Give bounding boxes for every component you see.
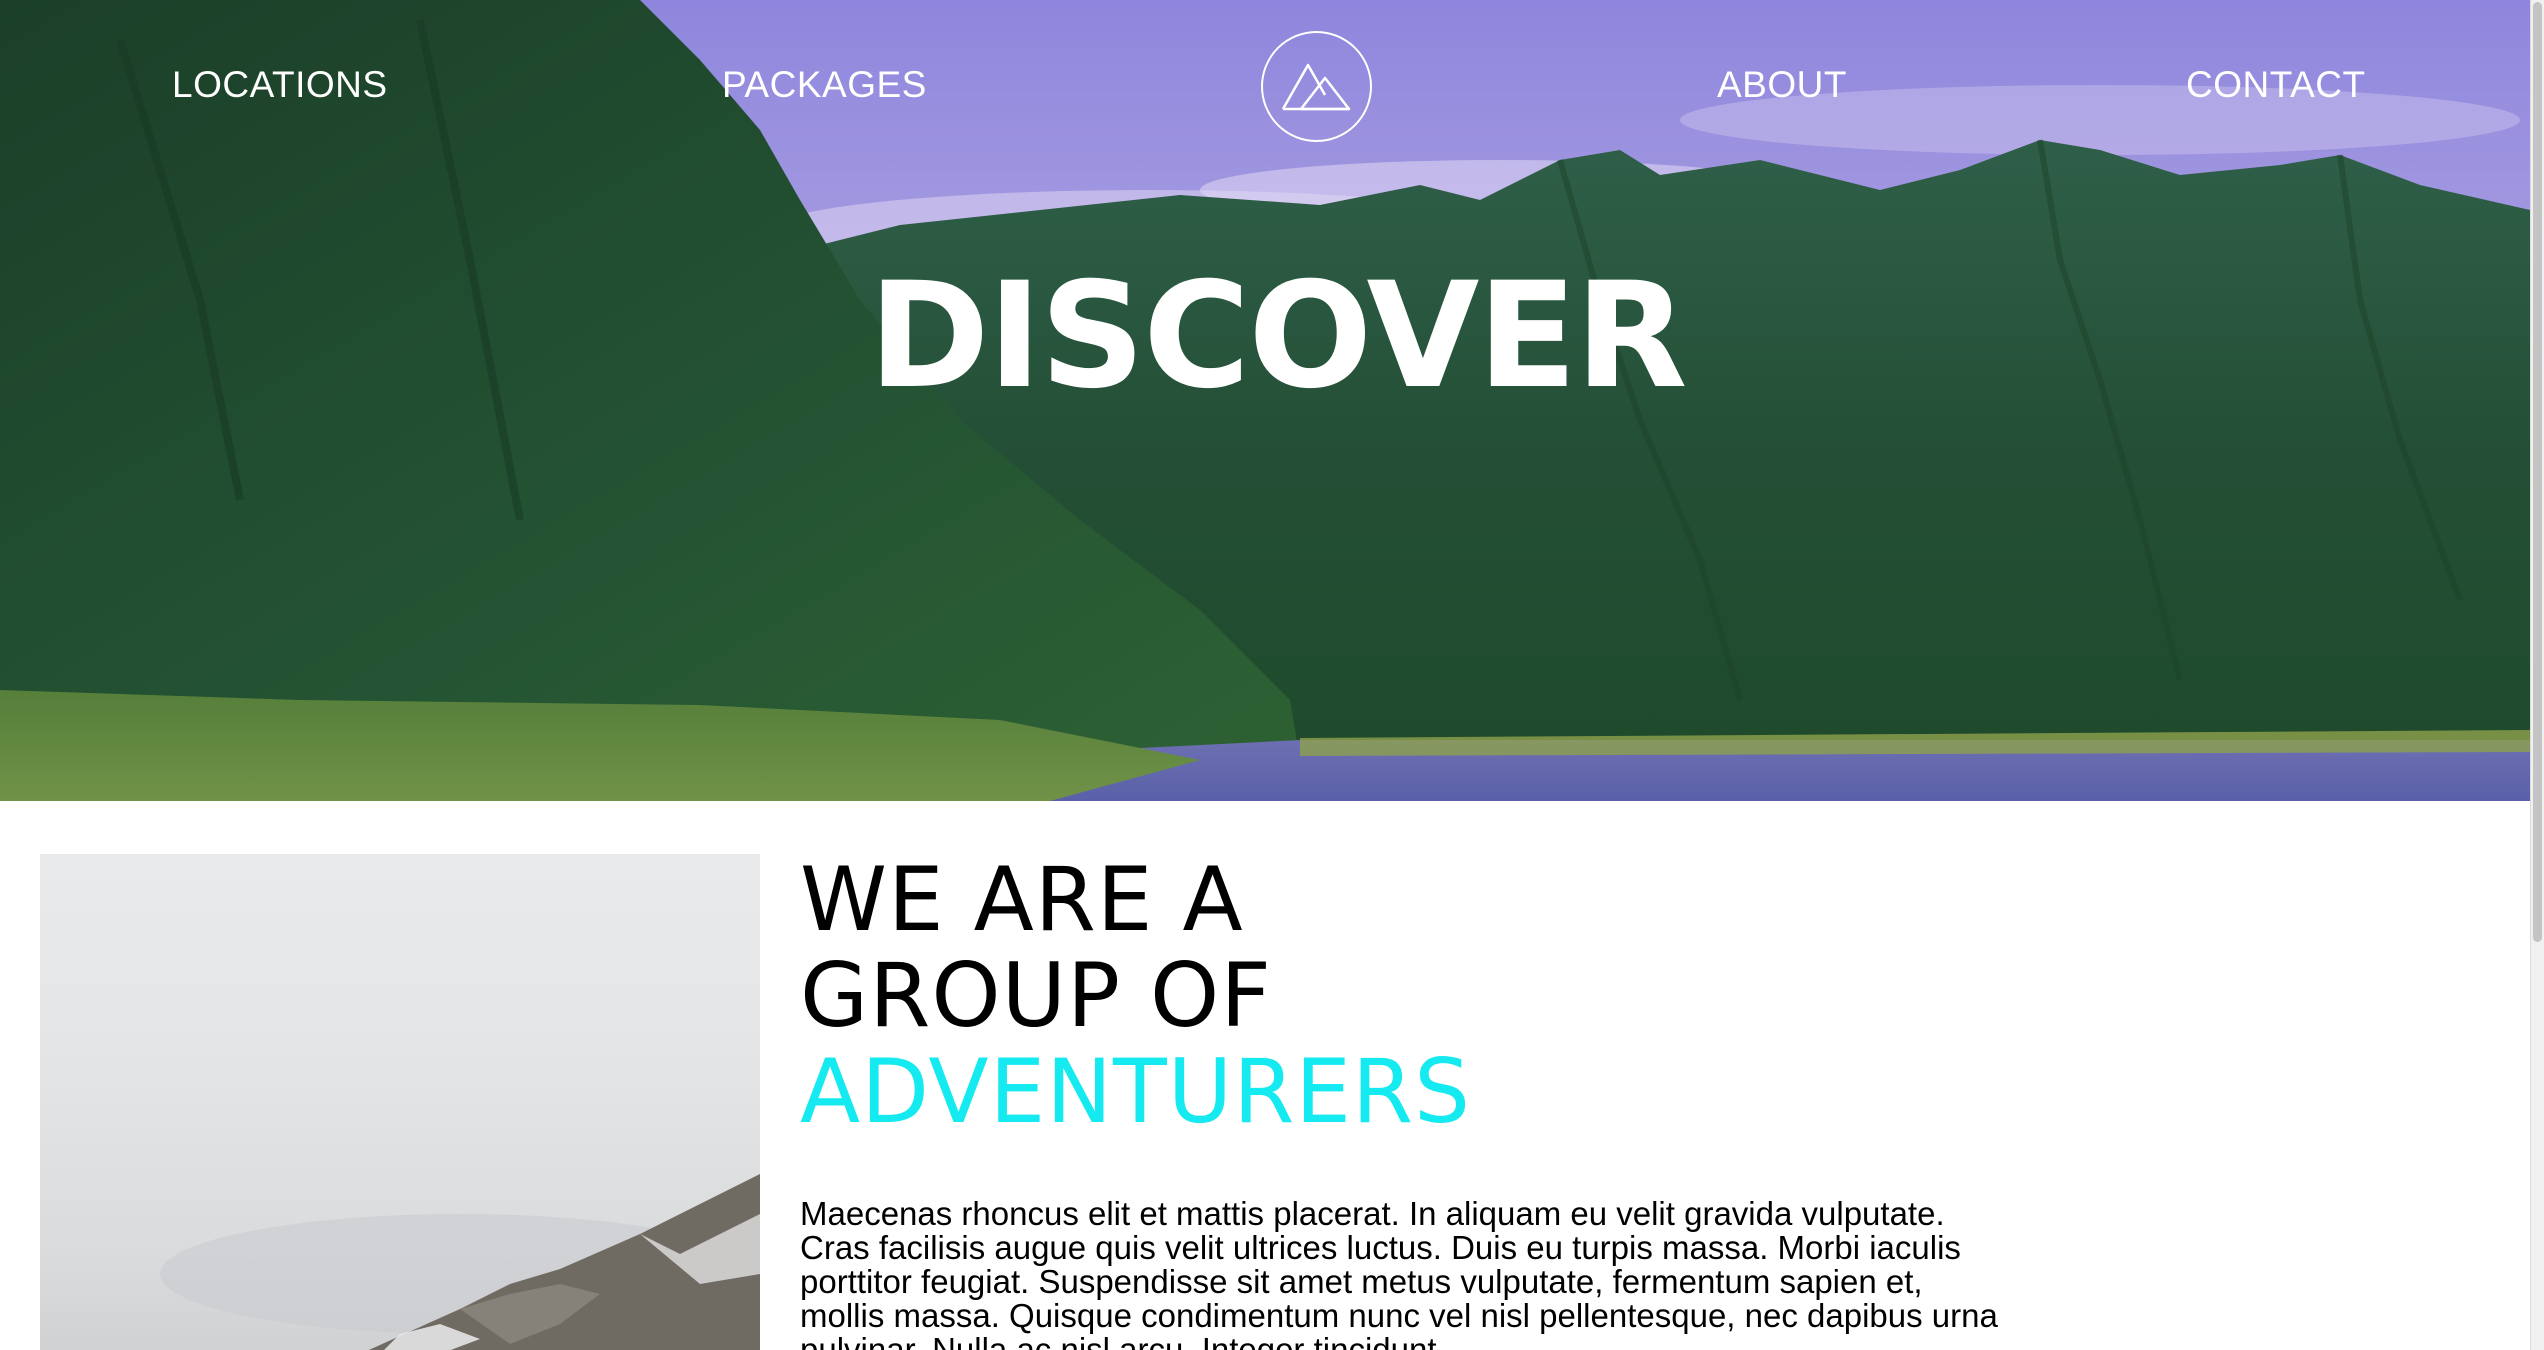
scrollbar-thumb[interactable] (2533, 2, 2542, 942)
nav-contact[interactable]: CONTACT (2186, 66, 2366, 103)
hero-title: DISCOVER (868, 251, 1687, 421)
misty-mountain-image (40, 854, 760, 1350)
page-scrollbar[interactable] (2530, 0, 2544, 1350)
about-body-text: Maecenas rhoncus elit et mattis placerat… (800, 1195, 1998, 1350)
heading-accent-line: ADVENTURERS (800, 1040, 1471, 1143)
page: LOCATIONS PACKAGES ABOUT CONTACT DISCOVE… (0, 0, 2544, 1350)
heading-line-2: GROUP OF (800, 944, 1272, 1047)
nav-about[interactable]: ABOUT (1717, 66, 1847, 103)
nav-locations[interactable]: LOCATIONS (172, 66, 388, 103)
heading-line-1: WE ARE A (800, 848, 1244, 951)
mountain-logo-icon[interactable] (1261, 31, 1372, 142)
about-heading: WE ARE A GROUP OF ADVENTURERS (800, 852, 1471, 1140)
hero-banner: LOCATIONS PACKAGES ABOUT CONTACT DISCOVE… (0, 0, 2530, 801)
nav-packages[interactable]: PACKAGES (722, 66, 927, 103)
